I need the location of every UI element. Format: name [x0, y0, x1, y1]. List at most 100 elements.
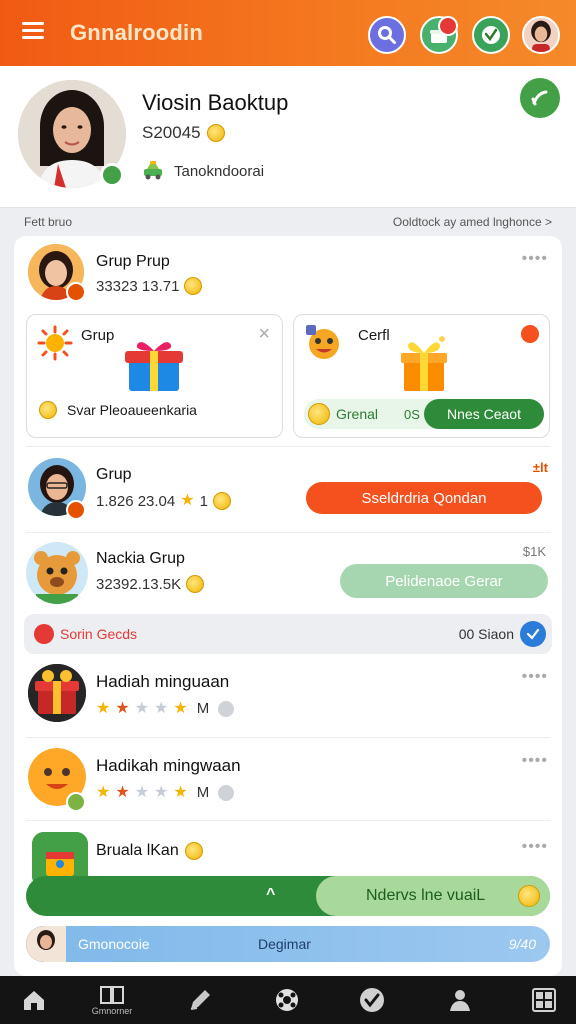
gift-box-icon — [401, 336, 447, 391]
group-stats-text: 1.826 23.04 — [96, 492, 176, 510]
nav-book[interactable]: Gmnorner — [80, 976, 144, 1024]
info-bar-center: Degimar — [258, 936, 311, 952]
car-icon — [144, 161, 162, 180]
star-icon: ★ — [134, 699, 150, 717]
more-options-icon[interactable]: •••• — [522, 250, 548, 268]
divider — [26, 737, 550, 738]
group-stats-text: 33323 13.71 — [96, 277, 180, 295]
list-item[interactable]: Hadiah minguaan ★ ★ ★ ★ ★ M •••• — [14, 656, 562, 736]
ball-icon — [276, 989, 298, 1011]
list-item[interactable]: Hadikah mingwaan ★ ★ ★ ★ ★ M •••• — [14, 740, 562, 820]
coin-icon — [186, 575, 205, 593]
gift-title: Cerfl — [358, 327, 390, 344]
info-bar[interactable]: Gmonocoie Degimar 9/40 — [26, 926, 550, 962]
pencil-icon — [190, 990, 210, 1010]
close-icon[interactable]: × — [258, 323, 270, 346]
gift-card-right[interactable]: Cerfl Grenal 0S Nnes Ceaot — [293, 314, 550, 438]
gift-label-row: Svar Pleoaueenkaria — [39, 401, 197, 419]
divider — [26, 532, 550, 533]
sun-icon — [37, 325, 73, 361]
gift-title: Grup — [81, 327, 115, 344]
nav-check[interactable] — [340, 976, 404, 1024]
star-icon: ★ — [180, 492, 195, 509]
list-item[interactable]: Grup 1.826 23.04 ★ 1 ±lt Sseldrdria Qond… — [14, 448, 562, 532]
more-options-icon[interactable]: •••• — [522, 838, 548, 856]
nav-pencil[interactable] — [168, 976, 232, 1024]
bottom-navigation: Gmnorner — [0, 976, 576, 1024]
mascot-icon — [306, 325, 339, 359]
join-button[interactable]: Sseldrdria Qondan — [306, 482, 542, 514]
star-count: 1 — [199, 492, 208, 510]
info-bar-right: 9/40 — [508, 936, 536, 952]
coin-icon — [184, 842, 203, 860]
reward-title: Hadiah minguaan — [96, 672, 230, 691]
top-app-bar: Gnnalroodin — [0, 0, 576, 66]
gift-chip: Grenal — [336, 406, 379, 422]
star-icon: ★ — [134, 783, 150, 801]
divider — [26, 446, 550, 447]
group-title: Nackia Grup — [96, 550, 185, 567]
claim-reward-button[interactable]: Ndervs lne vuaiL — [316, 876, 550, 916]
online-badge — [100, 163, 124, 187]
star-icon: ★ — [173, 699, 188, 717]
more-options-icon[interactable]: •••• — [522, 668, 548, 686]
nav-profile[interactable] — [428, 976, 492, 1024]
follow-button[interactable]: Pelidenaoe Gerar — [340, 564, 548, 598]
person-icon — [450, 990, 470, 1011]
search-bar-label: Sorin Gecds — [60, 626, 138, 642]
check-icon[interactable] — [520, 621, 546, 647]
fire-icon — [34, 624, 54, 644]
list-item[interactable]: Grup Prup 33323 13.71 •••• — [14, 236, 562, 308]
coin-icon — [206, 124, 225, 142]
coin-icon — [518, 885, 540, 907]
info-icon[interactable] — [521, 325, 539, 343]
groups-card: Grup Prup 33323 13.71 •••• Grup × Svar P… — [14, 236, 562, 976]
star-icon: ★ — [154, 783, 169, 801]
search-icon[interactable] — [368, 16, 406, 54]
call-button[interactable] — [520, 78, 560, 118]
claim-reward-label: Ndervs lne vuaiL — [366, 887, 486, 904]
more-options-icon[interactable]: •••• — [522, 752, 548, 770]
search-bar-value: 00 Siaon — [458, 626, 514, 642]
divider — [26, 820, 550, 821]
gift-tag: 0S — [404, 406, 420, 422]
section-header: Fett bruo Ooldtock ay amed lnghonce > — [0, 208, 576, 236]
section-link[interactable]: Ooldtock ay amed lnghonce > — [393, 215, 552, 229]
gift-box-icon — [125, 342, 183, 391]
notification-badge — [438, 16, 458, 36]
status-badge — [66, 282, 86, 302]
profile-id: S20045 — [142, 123, 225, 143]
avatar — [28, 664, 86, 722]
star-icon: ★ — [96, 783, 111, 801]
reward-title: Hadikah mingwaan — [96, 756, 241, 775]
status-badge — [66, 792, 86, 812]
star-icon: ★ — [173, 783, 188, 801]
list-item[interactable]: Nackia Grup 32392.13.5K $1K Pelidenaoe G… — [14, 534, 562, 614]
coin-icon — [39, 401, 57, 419]
check-icon[interactable] — [472, 16, 510, 54]
user-icon — [218, 784, 235, 801]
gift-card-left[interactable]: Grup × Svar Pleoaueenkaria — [26, 314, 283, 438]
reward-title-row: Bruala lKan — [96, 842, 203, 860]
user-avatar[interactable] — [522, 16, 560, 54]
arrow-up-icon[interactable]: ^ — [266, 886, 275, 904]
grid-icon — [532, 988, 556, 1012]
menu-icon[interactable] — [22, 22, 44, 40]
book-icon — [100, 985, 124, 1004]
star-icon: ★ — [154, 699, 169, 717]
nav-home[interactable] — [2, 976, 66, 1024]
search-bar[interactable]: Sorin Gecds 00 Siaon — [24, 614, 552, 654]
nav-ball[interactable] — [255, 976, 319, 1024]
rating: ★ ★ ★ ★ ★ M — [96, 783, 235, 801]
nav-grid[interactable] — [512, 976, 576, 1024]
gift-label: Svar Pleoaueenkaria — [67, 402, 197, 418]
gift-claim-button[interactable]: Nnes Ceaot — [424, 399, 544, 429]
group-stats: 33323 13.71 — [96, 277, 203, 295]
star-icon: ★ — [96, 699, 111, 717]
coin-icon — [308, 403, 330, 425]
app-title: Gnnalroodin — [70, 20, 203, 45]
group-title: Grup — [96, 466, 132, 483]
check-circle-icon — [360, 988, 384, 1012]
corner-tag: ±lt — [532, 460, 548, 475]
coin-icon — [184, 277, 203, 295]
